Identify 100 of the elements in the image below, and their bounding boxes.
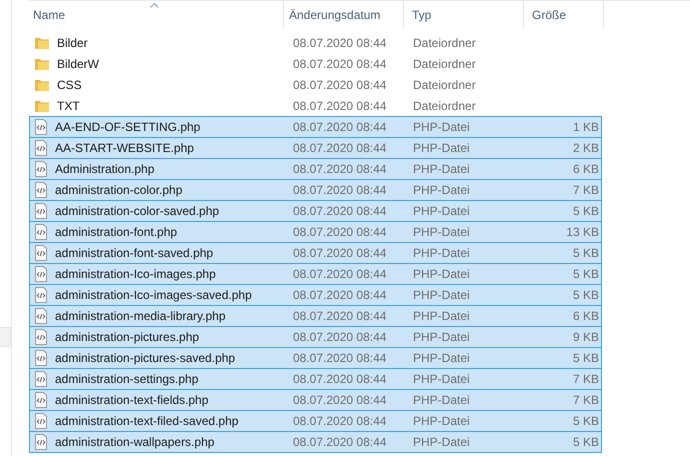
modified-date: 08.07.2020 08:44 — [292, 120, 388, 134]
file-row[interactable]: administration-color.php 08.07.2020 08:44 PHP-Datei 7 KB — [29, 179, 602, 200]
file-name: Bilder — [57, 36, 88, 50]
file-name: administration-media-library.php — [55, 309, 226, 323]
file-row[interactable]: administration-settings.php 08.07.2020 08:44 PHP-Datei 7 KB — [29, 368, 602, 389]
code-file-icon — [34, 119, 48, 135]
file-type: PHP-Datei — [412, 372, 471, 386]
code-file-icon — [34, 287, 48, 303]
file-row[interactable]: administration-Ico-images.php 08.07.2020 08:44 PHP-Datei 5 KB — [29, 263, 602, 284]
file-name: administration-settings.php — [55, 372, 198, 386]
file-row[interactable]: administration-wallpapers.php 08.07.2020 08:44 PHP-Datei 5 KB — [29, 431, 602, 453]
modified-date: 08.07.2020 08:44 — [292, 36, 388, 50]
file-size: 5 KB — [572, 435, 599, 449]
column-header[interactable]: Name — [29, 1, 284, 28]
column-header[interactable]: Typ — [404, 1, 524, 28]
file-size: 5 KB — [572, 288, 599, 302]
file-row[interactable]: administration-text-fields.php 08.07.2020 08:44 PHP-Datei 7 KB — [29, 389, 602, 410]
modified-date: 08.07.2020 08:44 — [292, 246, 388, 260]
file-name: administration-text-filed-saved.php — [55, 414, 238, 428]
file-type: PHP-Datei — [412, 183, 471, 197]
modified-date: 08.07.2020 08:44 — [292, 393, 388, 407]
file-size: 13 KB — [566, 225, 599, 239]
file-size: 7 KB — [572, 183, 599, 197]
file-name: BilderW — [57, 57, 100, 71]
column-header[interactable]: Änderungsdatum — [284, 1, 404, 28]
file-type: PHP-Datei — [412, 204, 471, 218]
file-row[interactable]: CSS 08.07.2020 08:44 Dateiordner — [29, 74, 602, 95]
file-row[interactable]: administration-font-saved.php 08.07.2020 08:44 PHP-Datei 5 KB — [29, 242, 602, 263]
column-header[interactable]: Größe — [524, 1, 604, 28]
file-row[interactable]: Administration.php 08.07.2020 08:44 PHP-Datei 6 KB — [29, 158, 602, 179]
file-type: Dateiordner — [412, 78, 477, 92]
modified-date: 08.07.2020 08:44 — [292, 351, 388, 365]
file-name: administration-Ico-images-saved.php — [55, 288, 252, 302]
file-row[interactable]: administration-color-saved.php 08.07.2020 08:44 PHP-Datei 5 KB — [29, 200, 602, 221]
modified-date: 08.07.2020 08:44 — [292, 57, 388, 71]
file-row[interactable]: administration-Ico-images-saved.php 08.07.2020 08:44 PHP-Datei 5 KB — [29, 284, 602, 305]
file-size: 5 KB — [572, 246, 599, 260]
file-name: administration-pictures.php — [55, 330, 200, 344]
modified-date: 08.07.2020 08:44 — [292, 225, 388, 239]
code-file-icon — [34, 266, 48, 282]
file-name: administration-color-saved.php — [55, 204, 220, 218]
code-file-icon — [34, 413, 48, 429]
file-name: administration-text-fields.php — [55, 393, 208, 407]
file-type: PHP-Datei — [412, 330, 471, 344]
folder-icon — [34, 35, 50, 51]
folder-icon — [34, 56, 50, 72]
code-file-icon — [34, 371, 48, 387]
file-name: administration-font.php — [55, 225, 178, 239]
modified-date: 08.07.2020 08:44 — [292, 78, 388, 92]
file-row[interactable]: BilderW 08.07.2020 08:44 Dateiordner — [29, 53, 602, 74]
code-file-icon — [34, 308, 48, 324]
file-name: administration-pictures-saved.php — [55, 351, 236, 365]
file-name: administration-font-saved.php — [55, 246, 214, 260]
modified-date: 08.07.2020 08:44 — [292, 288, 388, 302]
modified-date: 08.07.2020 08:44 — [292, 414, 388, 428]
file-type: PHP-Datei — [412, 351, 471, 365]
code-file-icon — [34, 329, 48, 345]
code-file-icon — [34, 203, 48, 219]
file-type: PHP-Datei — [412, 225, 471, 239]
file-size: 5 KB — [572, 351, 599, 365]
file-name: AA-START-WEBSITE.php — [55, 141, 194, 155]
file-type: PHP-Datei — [412, 246, 471, 260]
code-file-icon — [34, 161, 48, 177]
file-size: 2 KB — [572, 141, 599, 155]
file-type: PHP-Datei — [412, 435, 471, 449]
file-name: administration-color.php — [55, 183, 182, 197]
file-type: PHP-Datei — [412, 414, 471, 428]
code-file-icon — [34, 140, 48, 156]
file-size: 6 KB — [572, 162, 599, 176]
file-type: Dateiordner — [412, 99, 477, 113]
modified-date: 08.07.2020 08:44 — [292, 267, 388, 281]
file-name: TXT — [57, 99, 80, 113]
file-type: PHP-Datei — [412, 267, 471, 281]
file-row[interactable]: administration-media-library.php 08.07.2020 08:44 PHP-Datei 6 KB — [29, 305, 602, 326]
file-type: PHP-Datei — [412, 120, 471, 134]
file-row[interactable]: TXT 08.07.2020 08:44 Dateiordner — [29, 95, 602, 116]
file-size: 5 KB — [572, 204, 599, 218]
file-type: Dateiordner — [412, 36, 477, 50]
file-row[interactable]: administration-pictures.php 08.07.2020 08:44 PHP-Datei 9 KB — [29, 326, 602, 347]
file-size: 5 KB — [572, 267, 599, 281]
file-row[interactable]: administration-font.php 08.07.2020 08:44 PHP-Datei 13 KB — [29, 221, 602, 242]
code-file-icon — [34, 182, 48, 198]
file-name: Administration.php — [55, 162, 154, 176]
file-row[interactable]: administration-pictures-saved.php 08.07.2020 08:44 PHP-Datei 5 KB — [29, 347, 602, 368]
file-name: CSS — [57, 78, 82, 92]
modified-date: 08.07.2020 08:44 — [292, 204, 388, 218]
modified-date: 08.07.2020 08:44 — [292, 99, 388, 113]
file-size: 6 KB — [572, 309, 599, 323]
file-type: PHP-Datei — [412, 288, 471, 302]
code-file-icon — [34, 434, 48, 450]
modified-date: 08.07.2020 08:44 — [292, 330, 388, 344]
modified-date: 08.07.2020 08:44 — [292, 309, 388, 323]
file-row[interactable]: AA-START-WEBSITE.php 08.07.2020 08:44 PHP-Datei 2 KB — [29, 137, 602, 158]
file-row[interactable]: AA-END-OF-SETTING.php 08.07.2020 08:44 PHP-Datei 1 KB — [29, 116, 602, 137]
file-row[interactable]: Bilder 08.07.2020 08:44 Dateiordner — [29, 32, 602, 53]
file-type: PHP-Datei — [412, 309, 471, 323]
file-type: Dateiordner — [412, 57, 477, 71]
modified-date: 08.07.2020 08:44 — [292, 162, 388, 176]
file-row[interactable]: administration-text-filed-saved.php 08.07.2020 08:44 PHP-Datei 5 KB — [29, 410, 602, 431]
code-file-icon — [34, 392, 48, 408]
